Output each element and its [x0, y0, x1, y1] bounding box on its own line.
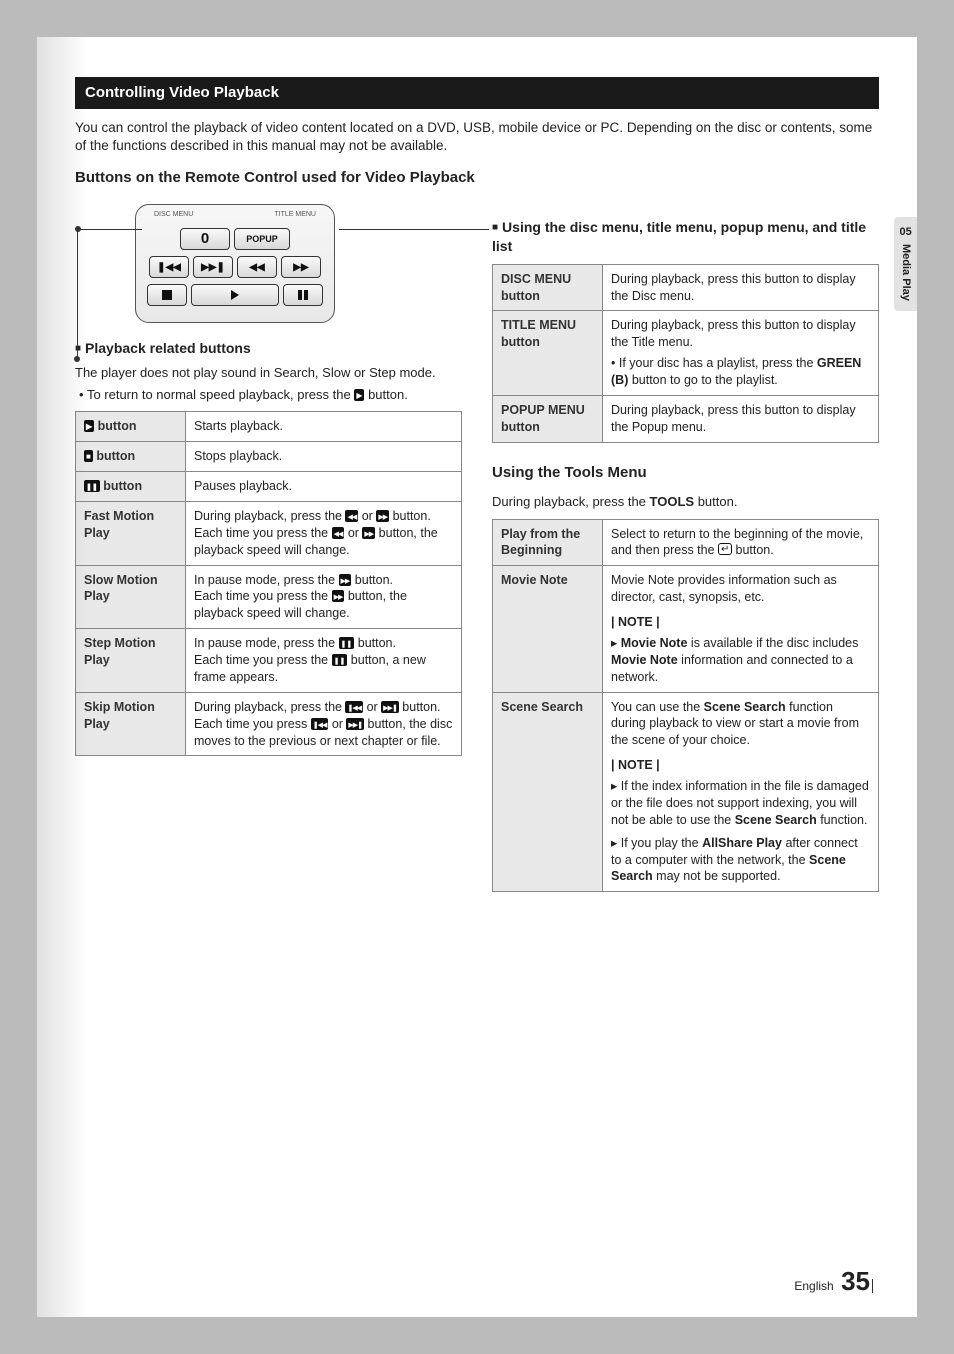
- tbl1-r6h: Step Motion Play: [76, 629, 186, 693]
- subheading-remote: Buttons on the Remote Control used for V…: [75, 168, 879, 188]
- callout-arrow-1: [74, 356, 80, 362]
- tbl1-r5h: Slow Motion Play: [76, 565, 186, 629]
- tools-menu-table: Play from the Beginning Select to return…: [492, 519, 879, 893]
- section-heading: Controlling Video Playback: [75, 77, 879, 109]
- remote-zero-button[interactable]: 0: [180, 228, 230, 250]
- play-icon: [354, 389, 364, 401]
- tbl2-r3h: POPUP MENU button: [493, 395, 603, 442]
- ff-icon: [362, 527, 375, 539]
- ff-icon: [332, 590, 345, 602]
- callout-line-2a: [339, 229, 489, 230]
- rewind-icon: [332, 527, 345, 539]
- tbl3-r2d: Movie Note provides information such as …: [603, 566, 879, 692]
- ff-icon: [339, 574, 352, 586]
- tbl3-r1h: Play from the Beginning: [493, 519, 603, 566]
- callout1-text: Playback related buttons: [85, 340, 251, 356]
- playback-intro-2: To return to normal speed playback, pres…: [75, 386, 462, 404]
- remote-prev-button[interactable]: ❚◀◀: [149, 256, 189, 278]
- tools-menu-heading: Using the Tools Menu: [492, 463, 879, 483]
- playback-intro-1: The player does not play sound in Search…: [75, 364, 462, 382]
- next-icon: [346, 718, 364, 730]
- tbl2-r2d: During playback, press this button to di…: [603, 311, 879, 396]
- remote-pause-button[interactable]: [283, 284, 323, 306]
- play-icon: [84, 420, 94, 432]
- title-menu-label: TITLE MENU: [274, 210, 316, 219]
- tbl2-r2h: TITLE MENU button: [493, 311, 603, 396]
- tbl1-r3d: Pauses playback.: [186, 472, 462, 502]
- remote-play-button[interactable]: [191, 284, 279, 306]
- pause-icon: [332, 654, 348, 666]
- page-footer: English 35: [794, 1264, 879, 1299]
- callout2-title: ■Using the disc menu, title menu, popup …: [492, 218, 879, 256]
- tbl3-r1d: Select to return to the beginning of the…: [603, 519, 879, 566]
- tbl1-r7h: Skip Motion Play: [76, 692, 186, 756]
- callout-vline-1: [77, 229, 78, 359]
- playback-intro-2b: button.: [364, 387, 407, 402]
- tbl2-r1d: During playback, press this button to di…: [603, 264, 879, 311]
- remote-rewind-button[interactable]: ◀◀: [237, 256, 277, 278]
- intro-paragraph: You can control the playback of video co…: [75, 119, 879, 155]
- page: 05 Media Play Controlling Video Playback…: [37, 37, 917, 1317]
- tbl3-r3h: Scene Search: [493, 692, 603, 892]
- remote-next-button[interactable]: ▶▶❚: [193, 256, 233, 278]
- rewind-icon: [345, 510, 358, 522]
- tbl1-r4h: Fast Motion Play: [76, 501, 186, 565]
- tbl3-r3d: You can use the Scene Search function du…: [603, 692, 879, 892]
- stop-icon: [84, 450, 93, 462]
- menu-buttons-table: DISC MENU button During playback, press …: [492, 264, 879, 443]
- callout1-title: ■Playback related buttons: [75, 339, 462, 358]
- ff-icon: [376, 510, 389, 522]
- remote-ff-button[interactable]: ▶▶: [281, 256, 321, 278]
- footer-lang: English: [794, 1279, 833, 1293]
- chapter-label: Media Play: [898, 244, 913, 301]
- enter-icon: [718, 543, 732, 555]
- playback-buttons-table: button Starts playback. button Stops pla…: [75, 411, 462, 756]
- tbl2-r3d: During playback, press this button to di…: [603, 395, 879, 442]
- right-column: ■Using the disc menu, title menu, popup …: [492, 198, 879, 904]
- tbl1-r2d: Stops playback.: [186, 442, 462, 472]
- footer-page: 35: [841, 1266, 870, 1296]
- tbl1-r2h: button: [76, 442, 186, 472]
- pause-icon: [339, 637, 355, 649]
- remote-popup-button[interactable]: POPUP: [234, 228, 290, 250]
- tbl1-r1h: button: [76, 412, 186, 442]
- tbl1-r3h: button: [76, 472, 186, 502]
- disc-menu-label: DISC MENU: [154, 210, 193, 219]
- tbl2-r1h: DISC MENU button: [493, 264, 603, 311]
- tbl1-r5d: In pause mode, press the button. Each ti…: [186, 565, 462, 629]
- remote-stop-button[interactable]: [147, 284, 187, 306]
- pause-icon: [84, 480, 100, 492]
- left-column: DISC MENU TITLE MENU 0 POPUP ❚◀◀ ▶▶❚ ◀◀ …: [75, 198, 462, 904]
- next-icon: [381, 701, 399, 713]
- prev-icon: [311, 718, 329, 730]
- tbl3-r2h: Movie Note: [493, 566, 603, 692]
- chapter-tab: 05 Media Play: [894, 217, 917, 311]
- prev-icon: [345, 701, 363, 713]
- remote-diagram: DISC MENU TITLE MENU 0 POPUP ❚◀◀ ▶▶❚ ◀◀ …: [75, 204, 462, 323]
- callout-line-1: [78, 229, 142, 230]
- callout2-text: Using the disc menu, title menu, popup m…: [492, 219, 866, 254]
- tbl1-r7d: During playback, press the or button. Ea…: [186, 692, 462, 756]
- tbl1-r1d: Starts playback.: [186, 412, 462, 442]
- tbl1-r6d: In pause mode, press the button. Each ti…: [186, 629, 462, 693]
- chapter-number: 05: [899, 225, 911, 240]
- tbl1-r4d: During playback, press the or button. Ea…: [186, 501, 462, 565]
- tools-intro: During playback, press the TOOLS button.: [492, 493, 879, 511]
- remote: DISC MENU TITLE MENU 0 POPUP ❚◀◀ ▶▶❚ ◀◀ …: [135, 204, 335, 323]
- playback-intro-2a: To return to normal speed playback, pres…: [87, 387, 354, 402]
